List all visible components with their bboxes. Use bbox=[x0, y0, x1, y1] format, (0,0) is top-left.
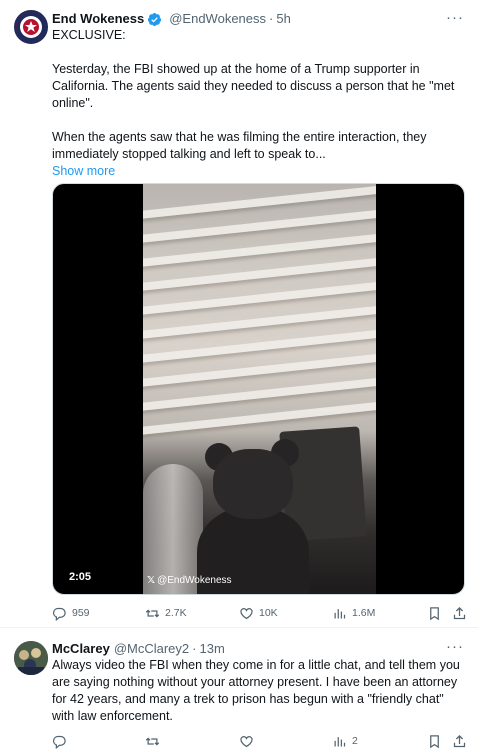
view-count: 2 bbox=[352, 735, 358, 747]
show-more-link[interactable]: Show more bbox=[52, 163, 462, 180]
handle[interactable]: @McClarey2 bbox=[114, 641, 189, 657]
reply-button[interactable]: 959 bbox=[52, 606, 90, 621]
avatar-photo-icon bbox=[14, 641, 48, 675]
reply-count: 959 bbox=[72, 607, 90, 619]
tweet-actions: 959 2.7K 10K 1.6M bbox=[52, 603, 472, 623]
avatar-seal-icon bbox=[16, 12, 46, 42]
tweet-actions: 2 bbox=[52, 731, 472, 751]
retweet-button[interactable]: 2.7K bbox=[145, 606, 187, 621]
views-button[interactable]: 1.6M bbox=[332, 606, 375, 621]
retweet-count: 2.7K bbox=[165, 607, 187, 619]
reply-icon bbox=[52, 735, 66, 749]
views-button[interactable]: 2 bbox=[332, 734, 358, 749]
reply-button[interactable] bbox=[52, 734, 72, 749]
x-logo-icon: 𝕏 bbox=[147, 575, 156, 586]
share-button[interactable] bbox=[452, 606, 467, 621]
share-icon bbox=[453, 734, 466, 747]
bookmark-icon bbox=[430, 606, 439, 620]
video-player[interactable]: 2:05 𝕏 @EndWokeness bbox=[52, 183, 465, 595]
separator: · bbox=[269, 11, 274, 26]
timestamp[interactable]: 5h bbox=[276, 11, 290, 27]
tweet-main[interactable]: End Wokeness @EndWokeness · 5h ··· EXCLU… bbox=[0, 0, 478, 628]
video-frame bbox=[143, 184, 376, 594]
avatar[interactable] bbox=[14, 10, 48, 44]
views-chart-icon bbox=[334, 736, 346, 746]
display-name[interactable]: End Wokeness bbox=[52, 11, 144, 27]
share-button[interactable] bbox=[452, 734, 467, 749]
more-options-icon[interactable]: ··· bbox=[446, 639, 464, 658]
watermark-handle: @EndWokeness bbox=[157, 575, 232, 586]
retweet-icon bbox=[145, 736, 160, 746]
share-icon bbox=[453, 606, 466, 619]
video-duration: 2:05 bbox=[65, 570, 96, 584]
verified-badge-icon bbox=[147, 12, 162, 27]
timestamp[interactable]: 13m bbox=[199, 641, 224, 657]
like-button[interactable] bbox=[239, 734, 259, 749]
view-count: 1.6M bbox=[352, 607, 376, 619]
retweet-button[interactable] bbox=[145, 734, 165, 749]
heart-icon bbox=[240, 607, 253, 619]
tweet-header: McClarey @McClarey2 · 13m bbox=[52, 641, 225, 657]
reply-icon bbox=[52, 607, 66, 621]
teddy-bear-shape bbox=[193, 439, 313, 594]
bookmark-button[interactable] bbox=[427, 606, 442, 621]
views-chart-icon bbox=[334, 608, 346, 618]
avatar[interactable] bbox=[14, 641, 48, 675]
separator: · bbox=[192, 641, 197, 656]
bookmark-icon bbox=[430, 734, 439, 748]
tweet-header: End Wokeness @EndWokeness · 5h bbox=[52, 11, 291, 27]
display-name[interactable]: McClarey bbox=[52, 641, 110, 657]
bookmark-button[interactable] bbox=[427, 734, 442, 749]
tweet-paragraph: When the agents saw that he was filming … bbox=[52, 130, 427, 161]
tweet-text: Always video the FBI when they come in f… bbox=[52, 658, 460, 723]
heart-icon bbox=[240, 735, 253, 747]
like-count: 10K bbox=[259, 607, 278, 619]
video-watermark: 𝕏 @EndWokeness bbox=[147, 575, 232, 586]
like-button[interactable]: 10K bbox=[239, 606, 278, 621]
tweet-paragraph: Yesterday, the FBI showed up at the home… bbox=[52, 62, 455, 110]
tweet-text: EXCLUSIVE: Yesterday, the FBI showed up … bbox=[52, 27, 462, 180]
handle[interactable]: @EndWokeness bbox=[169, 11, 266, 27]
tweet-paragraph: EXCLUSIVE: bbox=[52, 28, 126, 42]
retweet-icon bbox=[145, 608, 160, 618]
